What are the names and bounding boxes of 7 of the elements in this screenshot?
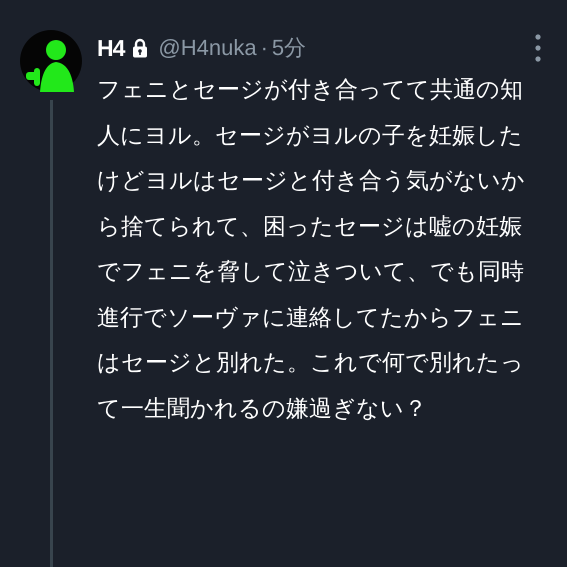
timestamp[interactable]: 5分	[272, 33, 306, 63]
separator-dot: ·	[260, 35, 268, 61]
tweet-text: フェニとセージが付き合ってて共通の知人にヨル。セージがヨルの子を妊娠したけどヨルはセージと付き合う気がないから捨てられて、困ったセージは嘘の妊娠でフェニを脅して泣きついて、でも同時進行でソーヴァに連絡してたからフェニはセージと別れた。これで何で別れたって一生聞かれるの嫌過ぎない？	[97, 76, 526, 424]
display-name[interactable]: H4	[97, 34, 124, 62]
more-options-icon[interactable]	[535, 33, 541, 63]
user-handle[interactable]: @H4nuka	[158, 35, 257, 61]
avatar[interactable]	[20, 30, 82, 92]
